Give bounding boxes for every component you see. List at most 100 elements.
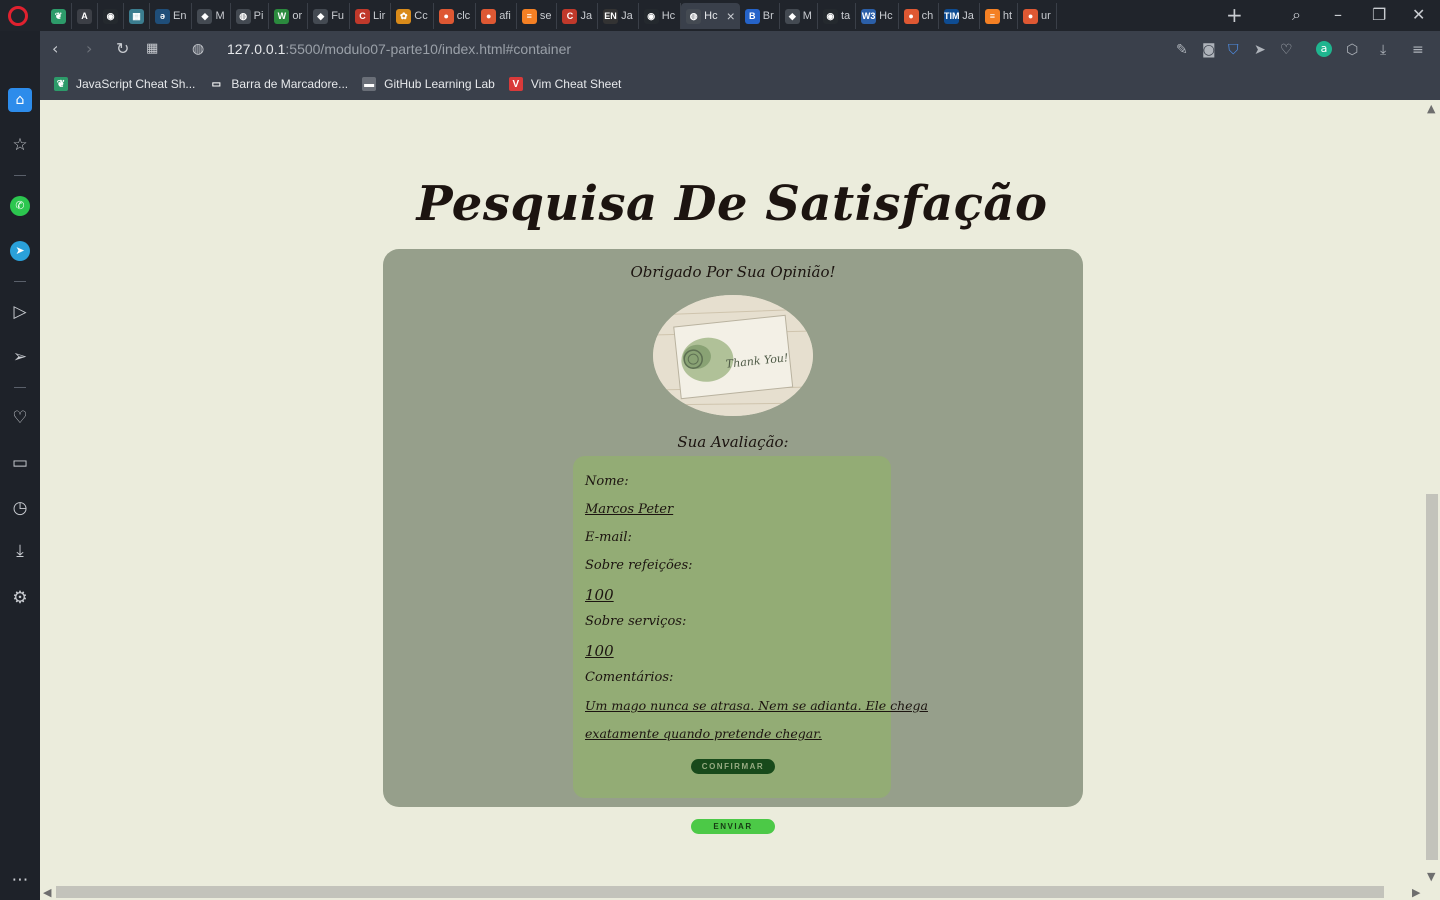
flow-send-icon[interactable]: ➢ bbox=[8, 345, 32, 369]
menu-icon[interactable]: ≡ bbox=[1412, 41, 1424, 59]
tab-17[interactable]: ◍ Hc × bbox=[681, 3, 740, 29]
vertical-scroll-thumb[interactable] bbox=[1426, 494, 1438, 860]
tab-label: Ja bbox=[621, 10, 633, 22]
tab-13[interactable]: ≡ se bbox=[517, 3, 558, 29]
scroll-left-icon[interactable]: ◀ bbox=[43, 886, 51, 899]
tab-10[interactable]: ✿ Cc bbox=[391, 3, 434, 29]
horizontal-scrollbar[interactable]: ◀ ▶ bbox=[40, 884, 1440, 900]
tab-label: ta bbox=[840, 10, 851, 22]
cube-icon[interactable]: ⬡ bbox=[1346, 41, 1358, 59]
leaf-icon: ❦ bbox=[54, 77, 68, 91]
back-button[interactable]: ‹ bbox=[52, 39, 58, 59]
send-icon[interactable]: ➤ bbox=[1254, 41, 1266, 59]
tab-14[interactable]: C Ja bbox=[557, 3, 599, 29]
tab-2[interactable]: ◉ bbox=[98, 3, 124, 29]
tab-label: se bbox=[539, 10, 552, 22]
opera-logo-icon[interactable] bbox=[8, 6, 28, 26]
tab-0[interactable]: ❦ bbox=[46, 3, 72, 29]
tab-19[interactable]: ◆ M bbox=[780, 3, 818, 29]
home-icon[interactable]: ⌂ bbox=[8, 88, 32, 112]
submit-button[interactable]: ENVIAR bbox=[691, 819, 775, 834]
scroll-up-icon[interactable]: ▲ bbox=[1427, 102, 1435, 115]
tab-15[interactable]: EN Ja bbox=[598, 3, 639, 29]
bookmark-1[interactable]: ▭ Barra de Marcadore... bbox=[209, 77, 348, 91]
tab-16[interactable]: ◉ Hc bbox=[639, 3, 682, 29]
tab-11[interactable]: ● clc bbox=[434, 3, 477, 29]
services-value: 100 bbox=[585, 642, 614, 660]
mask-icon: ◆ bbox=[197, 8, 213, 24]
site-info-icon[interactable]: ◍ bbox=[192, 39, 204, 59]
pinboard-heart-icon[interactable]: ♡ bbox=[8, 406, 32, 430]
tab-22[interactable]: ● ch bbox=[899, 3, 940, 29]
sidebar-divider bbox=[14, 281, 26, 282]
whatsapp-icon[interactable]: ✆ bbox=[10, 196, 30, 216]
tab-21[interactable]: W3 Hc bbox=[856, 3, 899, 29]
github-icon: ◉ bbox=[103, 8, 118, 24]
tab-label: clc bbox=[456, 10, 471, 22]
forward-button[interactable]: › bbox=[86, 39, 92, 59]
tab-label: Hc bbox=[704, 10, 718, 22]
wordreference-icon: W bbox=[274, 8, 290, 24]
tab-5[interactable]: ◆ M bbox=[192, 3, 231, 29]
tab-6[interactable]: ◍ Pi bbox=[231, 3, 270, 29]
globe-icon: ◍ bbox=[235, 8, 251, 24]
address-toolbar: ‹ › ↻ ▦ ◍ 127.0.0.1:5500/modulo07-parte1… bbox=[40, 31, 1440, 68]
tab-label: ur bbox=[1041, 10, 1051, 22]
downloads-icon[interactable]: ⤓ bbox=[8, 539, 32, 563]
url-field[interactable]: 127.0.0.1:5500/modulo07-parte10/index.ht… bbox=[227, 41, 571, 57]
new-tab-button[interactable]: + bbox=[1226, 4, 1243, 26]
tab-24[interactable]: ≡ ht bbox=[980, 3, 1019, 29]
vertical-scrollbar[interactable]: ▲ ▼ bbox=[1424, 100, 1440, 884]
comments-value-line1: Um mago nunca se atrasa. Nem se adianta.… bbox=[585, 698, 928, 713]
angular-icon: A bbox=[77, 8, 92, 24]
folder-icon: ▭ bbox=[209, 77, 224, 91]
tab-4[interactable]: ə En bbox=[150, 3, 193, 29]
tab-9[interactable]: C Lir bbox=[350, 3, 392, 29]
meals-value: 100 bbox=[585, 586, 614, 604]
close-window-button[interactable]: ✕ bbox=[1412, 4, 1425, 26]
sidebar-divider bbox=[14, 387, 26, 388]
close-tab-icon[interactable]: × bbox=[727, 8, 735, 24]
en-icon: EN bbox=[603, 8, 619, 24]
tab-12[interactable]: ● afi bbox=[476, 3, 517, 29]
tabs-icon[interactable]: ▭ bbox=[8, 451, 32, 475]
tab-grid-icon[interactable]: ▦ bbox=[146, 39, 158, 59]
extension-a-icon[interactable]: a bbox=[1316, 41, 1332, 57]
tab-1[interactable]: A bbox=[72, 3, 98, 29]
codecademy-icon: C bbox=[355, 8, 371, 24]
tab-search-icon[interactable]: ⌕ bbox=[1292, 4, 1301, 26]
reload-button[interactable]: ↻ bbox=[116, 39, 129, 59]
tab-8[interactable]: ◆ Fu bbox=[308, 3, 351, 29]
leaf-icon: ❦ bbox=[51, 8, 66, 24]
tab-label: Cc bbox=[414, 10, 428, 22]
tab-3[interactable]: ▦ bbox=[124, 3, 150, 29]
tab-25[interactable]: ● ur bbox=[1018, 3, 1057, 29]
tab-18[interactable]: B Br bbox=[740, 3, 780, 29]
download-icon[interactable]: ⤓ bbox=[1380, 41, 1386, 59]
edit-icon[interactable]: ✎ bbox=[1176, 41, 1188, 59]
tab-20[interactable]: ◉ ta bbox=[818, 3, 857, 29]
shield-icon[interactable]: ⛉ bbox=[1228, 41, 1239, 59]
tab-23[interactable]: TIM Ja bbox=[939, 3, 980, 29]
scroll-right-icon[interactable]: ▶ bbox=[1412, 886, 1420, 899]
restore-button[interactable]: ❐ bbox=[1372, 4, 1386, 26]
bookmark-2[interactable]: ▬ GitHub Learning Lab bbox=[362, 77, 495, 91]
snapshot-icon[interactable]: ◙ bbox=[1202, 41, 1216, 59]
horizontal-scroll-thumb[interactable] bbox=[56, 886, 1384, 898]
w3-icon: W3 bbox=[861, 8, 877, 24]
history-icon[interactable]: ◷ bbox=[8, 496, 32, 520]
player-icon[interactable]: ▷ bbox=[8, 300, 32, 324]
bookmark-3[interactable]: V Vim Cheat Sheet bbox=[508, 77, 621, 91]
more-icon[interactable]: ⋯ bbox=[8, 868, 32, 892]
bookmark-label: GitHub Learning Lab bbox=[384, 77, 495, 91]
tab-7[interactable]: Wor bbox=[269, 3, 309, 29]
bookmark-0[interactable]: ❦ JavaScript Cheat Sh... bbox=[54, 77, 195, 91]
settings-icon[interactable]: ⚙ bbox=[8, 586, 32, 610]
scroll-down-icon[interactable]: ▼ bbox=[1427, 870, 1435, 883]
confirm-button[interactable]: CONFIRMAR bbox=[691, 759, 775, 774]
minimize-button[interactable]: – bbox=[1334, 4, 1342, 26]
brands-icon: B bbox=[744, 8, 760, 24]
heart-icon[interactable]: ♡ bbox=[1280, 41, 1293, 59]
star-icon[interactable]: ☆ bbox=[8, 133, 32, 157]
telegram-icon[interactable]: ➤ bbox=[10, 241, 30, 261]
